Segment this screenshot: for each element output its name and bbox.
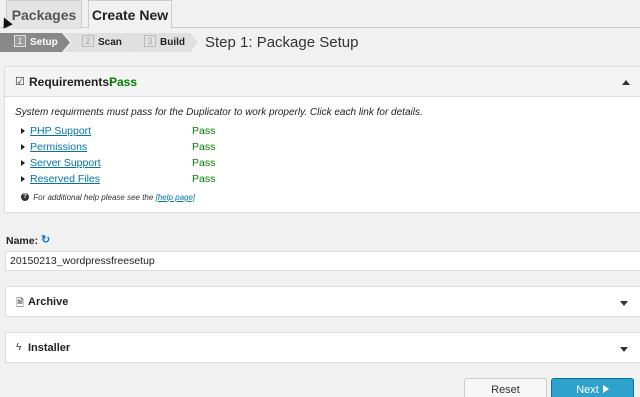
help-note: ? For additional help please see the [he… (21, 192, 196, 202)
expand-right-icon (21, 160, 25, 166)
step-label: Scan (98, 37, 122, 48)
wizard-steps: 1 Setup 2 Scan 3 Build Step 1: Package Setu… (0, 33, 640, 52)
expand-down-icon[interactable] (620, 347, 628, 352)
step-label: Setup (30, 37, 58, 48)
requirement-status: Pass (192, 157, 216, 169)
requirement-link-reserved-files[interactable]: Reserved Files (30, 173, 100, 185)
requirements-header[interactable]: ☑ Requirements: Pass (5, 67, 640, 97)
requirement-status: Pass (192, 125, 216, 137)
tab-create-new[interactable]: Create New (88, 0, 172, 29)
requirement-row: PHP Support Pass (21, 125, 321, 139)
archive-panel[interactable]: 🗎 Archive (5, 286, 640, 317)
step-number: 2 (82, 35, 94, 48)
requirement-status: Pass (192, 141, 216, 153)
refresh-icon[interactable]: ↻ (41, 233, 50, 246)
requirement-link-permissions[interactable]: Permissions (30, 141, 87, 153)
expand-right-icon (21, 144, 25, 150)
help-page-link[interactable]: [help page] (156, 193, 196, 202)
wizard-step-setup: 1 Setup (0, 33, 70, 52)
step-label: Build (160, 37, 185, 48)
checkbox-icon: ☑ (15, 76, 25, 88)
nav-tabs: Packages Create New (0, 0, 640, 29)
tab-packages[interactable]: Packages (6, 0, 82, 29)
help-text: For additional help please see the (33, 193, 154, 202)
wizard-step-scan: 2 Scan (64, 33, 136, 52)
name-label: Name: (6, 235, 39, 247)
requirement-row: Reserved Files Pass (21, 173, 321, 187)
installer-panel[interactable]: ϟ Installer (5, 332, 640, 363)
expand-right-icon (21, 128, 25, 134)
archive-file-icon: 🗎 (16, 298, 25, 309)
requirements-description: System requirments must pass for the Dup… (15, 107, 423, 118)
requirement-row: Permissions Pass (21, 141, 321, 155)
installer-title: Installer (28, 342, 71, 354)
expand-down-icon[interactable] (620, 301, 628, 306)
step-number: 1 (14, 35, 26, 48)
requirement-status: Pass (192, 173, 216, 185)
next-button[interactable]: Next (551, 378, 634, 397)
step-number: 3 (144, 35, 156, 48)
reset-button[interactable]: Reset (464, 378, 547, 397)
requirements-status: Pass (109, 75, 138, 89)
requirements-title: Requirements: (29, 75, 114, 89)
next-arrow-icon (602, 385, 609, 394)
requirement-row: Server Support Pass (21, 157, 321, 171)
wizard-step-build: 3 Build (128, 33, 198, 52)
requirements-panel: ☑ Requirements: Pass System requirments … (4, 66, 640, 213)
next-label: Next (576, 384, 599, 396)
expand-right-icon (21, 176, 25, 182)
requirement-link-php-support[interactable]: PHP Support (30, 125, 91, 137)
package-name-input[interactable] (5, 251, 640, 271)
archive-title: Archive (28, 296, 69, 308)
requirement-link-server-support[interactable]: Server Support (30, 157, 101, 169)
collapse-up-icon[interactable] (622, 80, 630, 85)
page-title: Step 1: Package Setup (205, 34, 359, 51)
bolt-icon: ϟ (16, 342, 22, 353)
help-icon: ? (21, 192, 29, 201)
